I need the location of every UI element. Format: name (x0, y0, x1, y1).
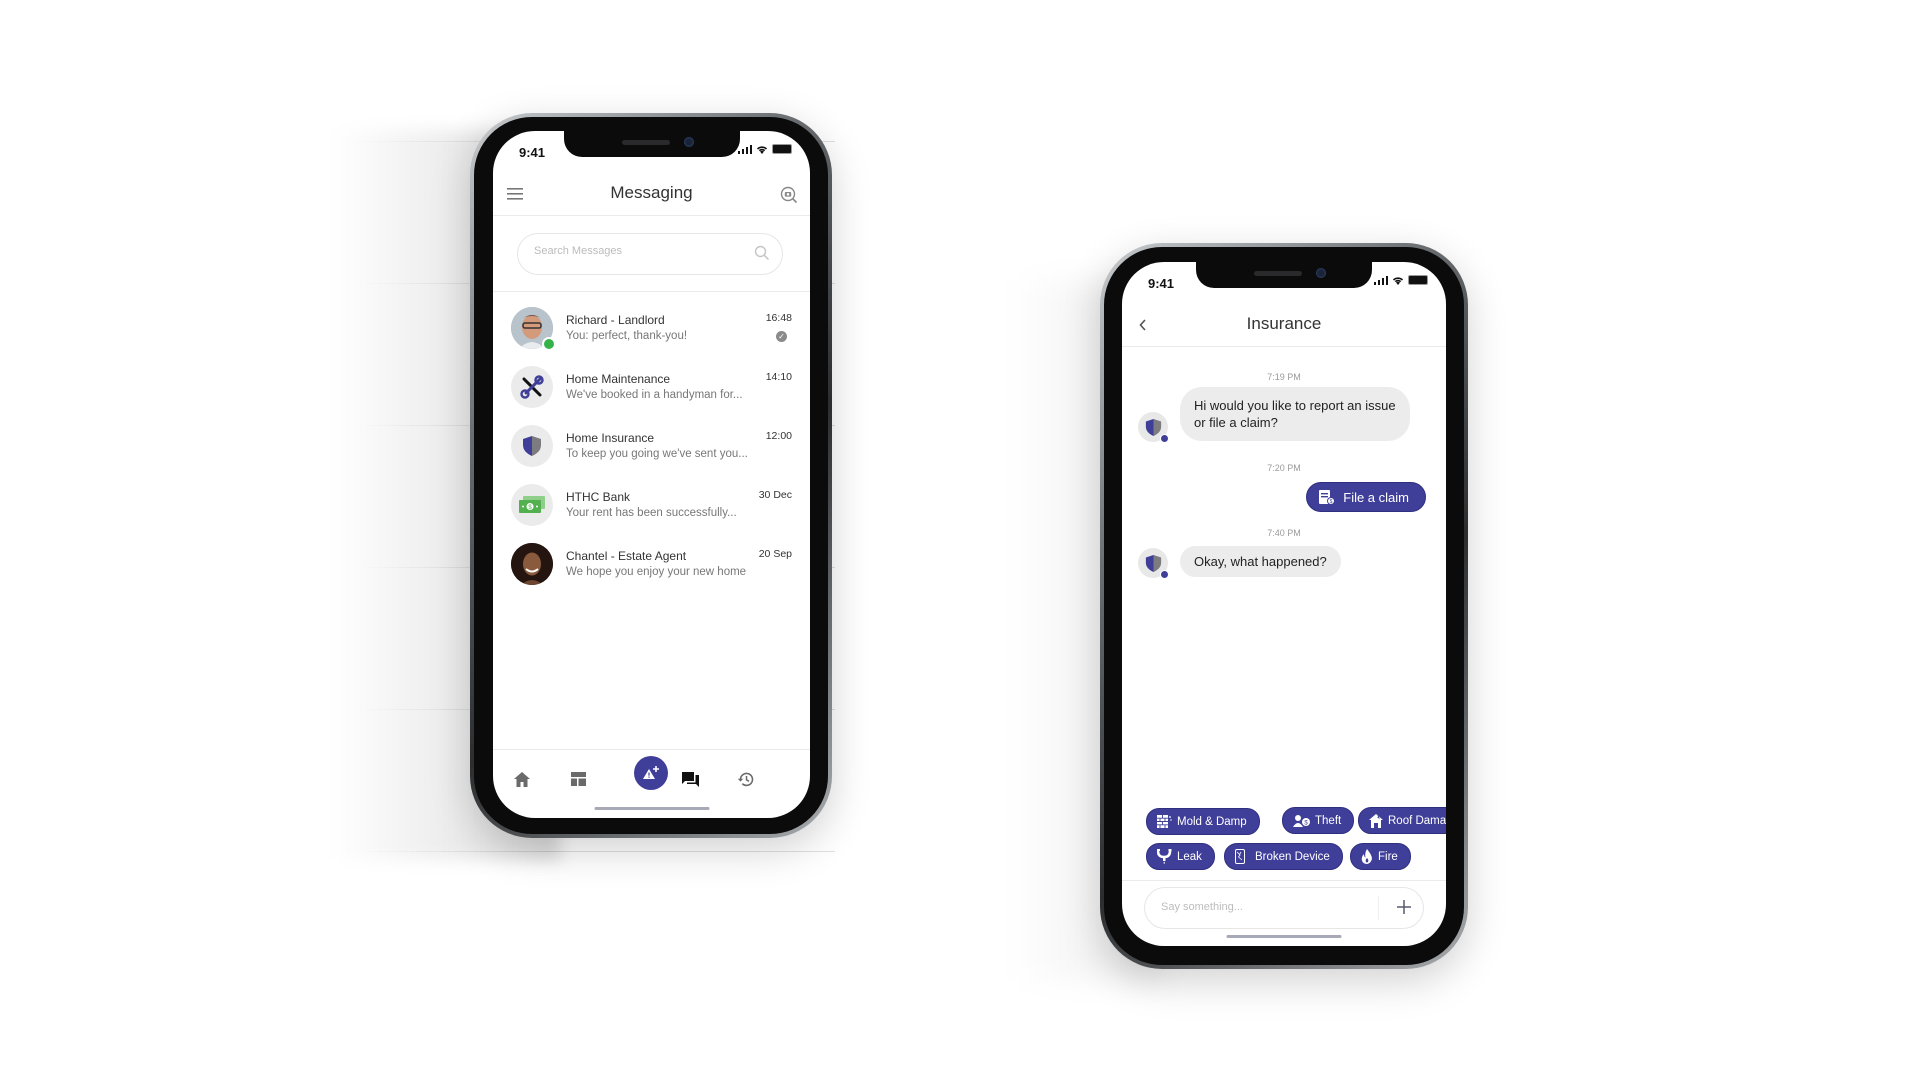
conversation-name: Home Maintenance (566, 372, 671, 386)
page-title: Insurance (1246, 314, 1322, 333)
house-damage-icon (1369, 813, 1383, 828)
status-bar: 9:41 (493, 141, 810, 161)
bot-avatar (1138, 548, 1169, 579)
search-field[interactable] (517, 233, 783, 275)
conversation-time: 20 Sep (758, 548, 792, 560)
bot-message-bubble: Okay, what happened? (1180, 546, 1341, 577)
conversation-row[interactable]: Chantel - Estate Agent We hope you enjoy… (511, 539, 800, 589)
conversation-name: HTHC Bank (566, 490, 631, 504)
status-time: 9:41 (1148, 276, 1175, 291)
conversation-time: 12:00 (765, 430, 792, 442)
tab-dashboard[interactable] (563, 764, 593, 794)
conversation-row[interactable]: Home Insurance To keep you going we've s… (511, 421, 800, 471)
quick-reply-theft[interactable]: $ Theft (1282, 807, 1355, 834)
avatar: $ (511, 484, 553, 526)
quick-reply-roof-damage[interactable]: Roof Damage (1358, 807, 1446, 834)
message-composer[interactable] (1144, 887, 1424, 929)
page-title: Messaging (610, 183, 693, 202)
bot-avatar (1138, 412, 1169, 443)
online-indicator (542, 337, 556, 351)
avatar (511, 366, 553, 408)
conversation-name: Home Insurance (566, 431, 655, 445)
home-indicator (1226, 935, 1342, 938)
cash-icon: $ (519, 496, 545, 513)
insurance-phone: 9:41 Insurance 7:19 PM Hi would you like… (1100, 243, 1468, 969)
divider (1122, 880, 1446, 881)
bot-badge (1160, 434, 1169, 443)
conversation-name: Richard - Landlord (566, 313, 665, 327)
conversation-preview: You: perfect, thank-you! (566, 330, 688, 342)
battery-icon (1408, 275, 1428, 285)
conversation-row[interactable]: $ HTHC Bank Your rent has been successfu… (511, 480, 800, 530)
insurance-screen: 9:41 Insurance 7:19 PM Hi would you like… (1122, 262, 1446, 946)
home-icon (514, 771, 530, 787)
tab-messages[interactable] (675, 764, 705, 794)
message-timestamp: 7:19 PM (1267, 372, 1301, 382)
signal-icon (1373, 275, 1388, 285)
shield-icon (523, 436, 541, 456)
brick-wall-icon (1157, 815, 1172, 828)
conversation-preview: We've booked in a handyman for... (566, 389, 743, 401)
plus-icon (1397, 900, 1411, 914)
conversation-preview: We hope you enjoy your new home (566, 566, 747, 578)
messaging-header: Messaging (493, 171, 810, 216)
signal-icon (737, 144, 752, 154)
conversation-row[interactable]: Richard - Landlord You: perfect, thank-y… (511, 303, 800, 353)
avatar (511, 425, 553, 467)
messages-icon (681, 771, 699, 787)
quick-reply-mold-damp[interactable]: Mold & Damp (1146, 808, 1260, 835)
messaging-screen: 9:41 Messaging Richard - Landlord You: p… (493, 131, 810, 818)
tools-icon (520, 375, 544, 399)
bot-message-bubble: Hi would you like to report an issue or … (1180, 387, 1410, 441)
thief-icon: $ (1293, 815, 1310, 827)
messaging-phone: 9:41 Messaging Richard - Landlord You: p… (470, 113, 832, 838)
tab-home[interactable] (507, 764, 537, 794)
quick-reply-fire[interactable]: Fire (1350, 843, 1411, 870)
status-time: 9:41 (519, 145, 546, 160)
conversation-preview: To keep you going we've sent you... (566, 448, 748, 460)
divider (1378, 896, 1379, 920)
conversation-time: 16:48 (765, 312, 792, 324)
avatar (511, 543, 553, 585)
user-message-text: File a claim (1343, 489, 1409, 505)
divider (493, 291, 810, 292)
conversation-preview: Your rent has been successfully... (566, 507, 737, 519)
conversation-row[interactable]: Home Maintenance We've booked in a handy… (511, 362, 800, 412)
camera-search-icon[interactable] (780, 186, 798, 204)
tab-history[interactable] (730, 764, 760, 794)
pipe-leak-icon (1157, 849, 1172, 864)
report-issue-button[interactable] (634, 756, 668, 790)
conversation-time: 14:10 (765, 371, 792, 383)
home-indicator (594, 807, 709, 810)
wifi-icon (1392, 276, 1404, 285)
fire-icon (1361, 849, 1372, 864)
broken-phone-icon (1235, 849, 1245, 864)
shield-icon (1145, 418, 1161, 436)
claim-form-icon: $ (1319, 490, 1336, 505)
battery-icon (772, 144, 792, 154)
dashboard-icon (570, 772, 586, 786)
wifi-icon (756, 145, 768, 154)
search-icon[interactable] (754, 245, 770, 261)
message-input[interactable] (1159, 900, 1363, 914)
report-issue-icon (643, 766, 659, 779)
add-attachment-button[interactable] (1397, 894, 1411, 920)
insurance-header: Insurance (1122, 302, 1446, 347)
conversation-time: 30 Dec (758, 489, 792, 501)
conversation-name: Chantel - Estate Agent (566, 549, 687, 563)
svg-text:$: $ (1330, 499, 1333, 505)
status-bar: 9:41 (1122, 272, 1446, 292)
history-icon (737, 772, 753, 786)
search-input[interactable] (532, 244, 736, 258)
message-timestamp: 7:40 PM (1267, 528, 1301, 538)
background-line (355, 851, 835, 852)
bot-badge (1160, 570, 1169, 579)
read-check-icon: ✓ (776, 331, 787, 342)
quick-reply-broken-device[interactable]: Broken Device (1224, 843, 1343, 870)
message-timestamp: 7:20 PM (1267, 463, 1301, 473)
user-message-bubble: $ File a claim (1306, 482, 1426, 512)
shield-icon (1145, 554, 1161, 572)
quick-reply-leak[interactable]: Leak (1146, 843, 1215, 870)
